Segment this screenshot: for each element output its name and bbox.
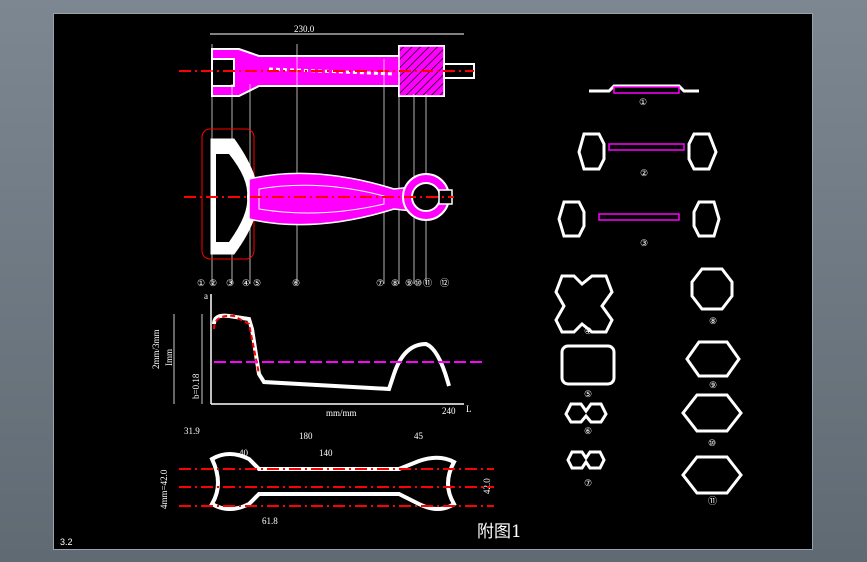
dim-bottom-left-h: 4mm=42.0 — [159, 469, 169, 509]
graph-y-label-2: Imm — [164, 349, 174, 366]
graph-x-unit: mm/mm — [326, 408, 357, 418]
balloon-6: ⑥ — [292, 278, 300, 288]
dim-bottom-right-h: 42.0 — [482, 478, 492, 494]
dim-bottom-mid: 61.8 — [262, 516, 278, 526]
graph-x-axis-label: L — [466, 404, 472, 414]
section-label-6: ⑥ — [584, 426, 592, 436]
dim-top-length: 230.0 — [294, 24, 315, 34]
section-label-2: ② — [640, 168, 648, 178]
bottom-profile — [209, 452, 457, 511]
section-label-8: ⑧ — [709, 316, 717, 326]
section-label-5: ⑤ — [584, 389, 592, 399]
balloon-8: ⑧ — [391, 278, 399, 288]
balloon-3: ③ — [226, 278, 234, 288]
rod-top-bore — [211, 58, 235, 87]
balloon-11: ⑪ — [423, 278, 432, 288]
balloon-1: ① — [197, 278, 205, 288]
balloon-7: ⑦ — [376, 278, 384, 288]
graph-y-label-1: 2mm/3mm — [151, 329, 161, 369]
cad-drawing: 230.0 ① ② ③ ④ ⑤ ⑥ ⑦ ⑧ ⑨ ⑩ ⑪ ⑫ a L 240 mm… — [60, 24, 743, 547]
balloon-row: ① ② ③ ④ ⑤ ⑥ ⑦ ⑧ ⑨ ⑩ ⑪ ⑫ — [197, 278, 449, 288]
bottom-view: 31.9 180 40 140 45 4mm=42.0 61.8 42.0 — [159, 426, 494, 526]
balloon-5: ⑤ — [253, 278, 261, 288]
balloon-2: ② — [209, 278, 217, 288]
dim-bottom-180: 180 — [299, 431, 313, 441]
section-label-1: ① — [639, 97, 647, 107]
drawing-title: 附图1 — [477, 522, 522, 542]
section-label-4: ④ — [584, 326, 592, 336]
section-label-7: ⑦ — [584, 478, 592, 488]
section-label-9: ⑨ — [709, 380, 717, 390]
section-views: ① ② ③ ④ ⑤ ⑥ ⑦ ⑧ ⑨ ⑩ ⑪ — [554, 84, 743, 506]
graph-y-label-3: b=0.18 — [191, 373, 201, 399]
graph-x-end: 240 — [442, 406, 456, 416]
graph: a L 240 mm/mm 2mm/3mm Imm b=0.18 — [151, 291, 482, 418]
graph-y-axis-label: a — [204, 291, 208, 301]
balloon-12: ⑫ — [440, 278, 449, 288]
dim-bottom-45: 45 — [414, 431, 424, 441]
drawing-frame: 230.0 ① ② ③ ④ ⑤ ⑥ ⑦ ⑧ ⑨ ⑩ ⑪ ⑫ a L 240 mm… — [53, 13, 813, 550]
graph-section-curve — [212, 313, 451, 392]
dim-bottom-140: 140 — [319, 448, 333, 458]
corner-text: 3.2 — [60, 537, 73, 547]
front-view — [184, 128, 454, 260]
dim-bottom-left: 31.9 — [184, 426, 200, 436]
section-label-10: ⑩ — [708, 438, 716, 448]
section-label-3: ③ — [640, 238, 648, 248]
balloon-9: ⑨ — [405, 278, 413, 288]
section-label-11: ⑪ — [708, 496, 717, 506]
balloon-4: ④ — [242, 278, 250, 288]
balloon-10: ⑩ — [414, 278, 422, 288]
